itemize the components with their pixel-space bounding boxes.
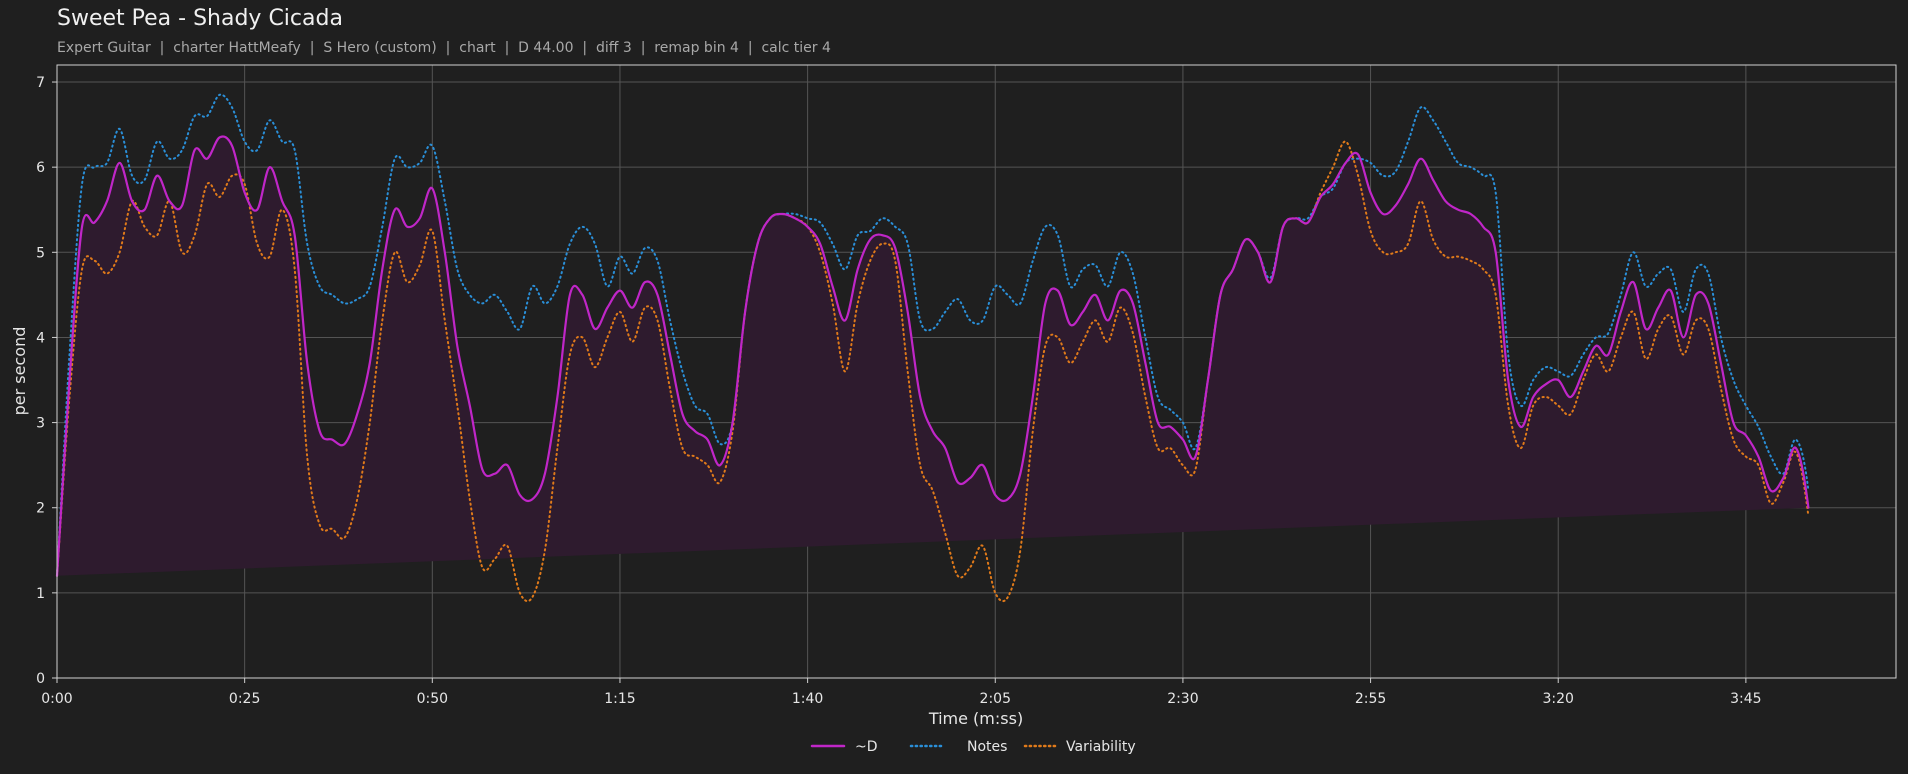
x-tick-label: 0:25 xyxy=(229,691,260,707)
x-tick-label: 0:50 xyxy=(417,691,448,707)
x-tick-label: 3:45 xyxy=(1730,691,1761,707)
y-axis-label: per second xyxy=(10,327,29,416)
y-tick-label: 2 xyxy=(36,501,45,517)
y-tick-label: 5 xyxy=(36,245,45,261)
x-tick-label: 3:20 xyxy=(1542,691,1573,707)
x-tick-label: 0:00 xyxy=(41,691,72,707)
y-tick-label: 4 xyxy=(36,330,45,346)
legend: ~D Notes Variability xyxy=(810,739,1136,755)
line-chart: 0:00 0:25 0:50 1:15 1:40 2:05 2:30 2:55 3:20 3:45… xyxy=(10,64,1897,755)
y-tick-label: 1 xyxy=(36,586,45,602)
x-tick-label: 2:05 xyxy=(980,691,1011,707)
y-tick-label: 0 xyxy=(36,671,45,687)
legend-label: Notes xyxy=(967,739,1007,755)
x-tick-label: 2:55 xyxy=(1355,691,1386,707)
y-tick-label: 3 xyxy=(36,416,45,432)
legend-label: ~D xyxy=(855,739,878,755)
x-tick-label: 1:40 xyxy=(792,691,823,707)
y-tick-label: 6 xyxy=(36,160,45,176)
x-tick-label: 1:15 xyxy=(604,691,635,707)
y-tick-label: 7 xyxy=(36,75,45,91)
x-axis-label: Time (m:ss) xyxy=(928,709,1023,728)
x-tick-label: 2:30 xyxy=(1167,691,1198,707)
legend-label: Variability xyxy=(1066,739,1136,755)
